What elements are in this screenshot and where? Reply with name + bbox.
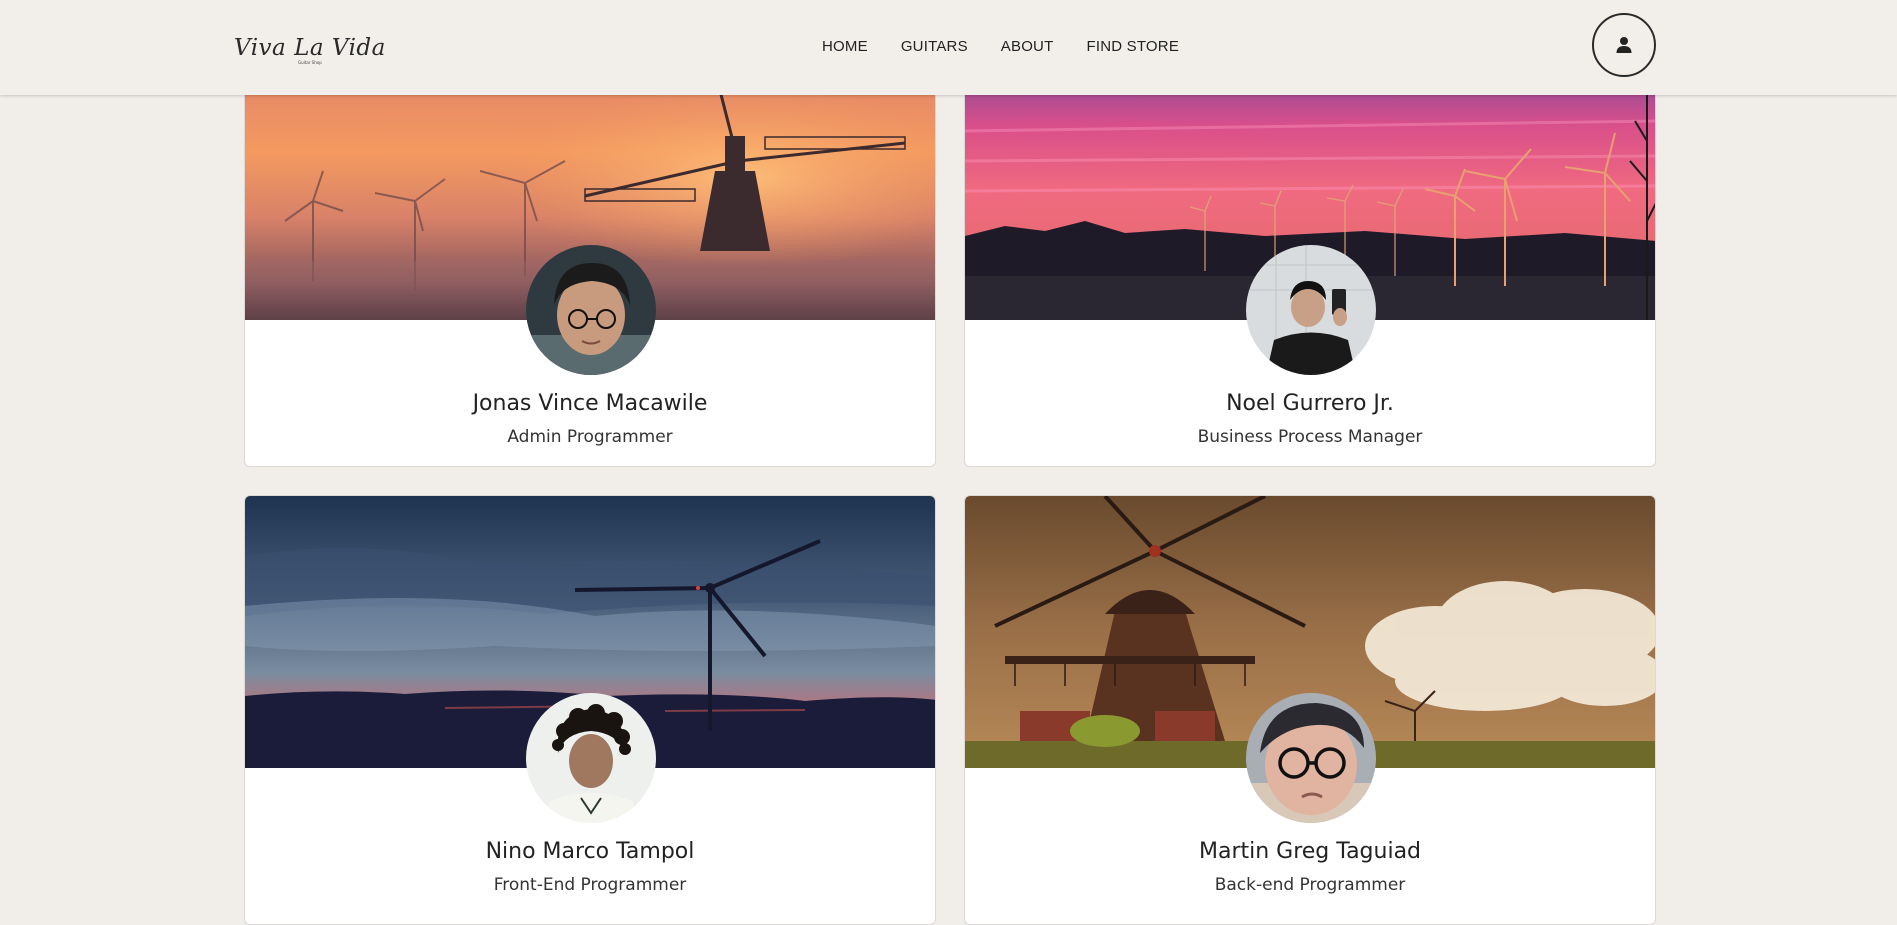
member-name: Noel Gurrero Jr. — [1226, 391, 1394, 416]
nav-about-link[interactable]: ABOUT — [1001, 38, 1054, 55]
nav-home-link[interactable]: HOME — [822, 38, 868, 55]
member-name: Martin Greg Taguiad — [1198, 839, 1422, 864]
brand-tagline: Guitar Shop — [298, 60, 322, 65]
member-role: Admin Programmer — [507, 427, 673, 447]
team-card: Martin Greg Taguiad Back-end Programmer — [964, 495, 1656, 925]
main-nav: HOME GUITARS ABOUT FIND STORE — [822, 38, 1212, 55]
avatar — [526, 693, 656, 823]
brand-logo[interactable]: Viva La Vida Guitar Shop — [234, 30, 385, 66]
top-navbar: Viva La Vida Guitar Shop HOME GUITARS AB… — [0, 0, 1897, 95]
team-card: Noel Gurrero Jr. Business Process Manage… — [964, 60, 1656, 467]
team-card: Jonas Vince Macawile Admin Programmer — [244, 60, 936, 467]
avatar — [526, 245, 656, 375]
brand-name: Viva La Vida — [234, 35, 386, 61]
member-role: Front-End Programmer — [493, 875, 687, 895]
nav-find-store-link[interactable]: FIND STORE — [1086, 38, 1179, 55]
user-icon — [1616, 37, 1632, 53]
team-card: Nino Marco Tampol Front-End Programmer — [244, 495, 936, 925]
member-name: Jonas Vince Macawile — [472, 391, 708, 416]
member-role: Business Process Manager — [1197, 427, 1423, 447]
member-role: Back-end Programmer — [1214, 875, 1406, 895]
profile-button[interactable] — [1592, 13, 1656, 77]
avatar — [1246, 693, 1376, 823]
nav-guitars-link[interactable]: GUITARS — [901, 38, 968, 55]
member-name: Nino Marco Tampol — [485, 839, 695, 864]
avatar — [1246, 245, 1376, 375]
